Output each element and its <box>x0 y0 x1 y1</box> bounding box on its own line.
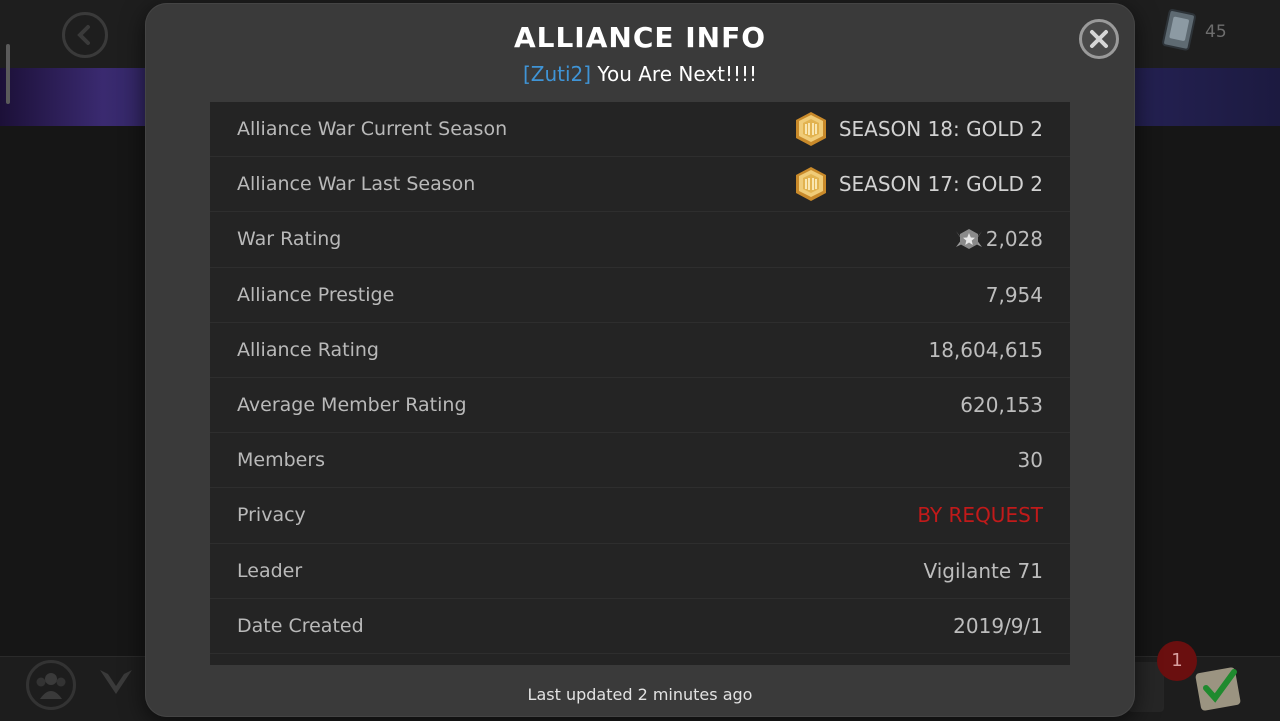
row-date-created: Date Created 2019/9/1 <box>210 599 1070 654</box>
row-leader: Leader Vigilante 71 <box>210 544 1070 599</box>
row-value: 2,028 <box>954 227 1043 251</box>
war-icon[interactable] <box>96 664 136 704</box>
alliance-prestige-value: 7,954 <box>985 282 1043 307</box>
card-icon[interactable] <box>1158 8 1202 52</box>
row-war-last-season: Alliance War Last Season SEASON 17: GOLD… <box>210 157 1070 213</box>
alliance-button[interactable] <box>26 660 76 710</box>
war-rating-value: 2,028 <box>985 227 1043 252</box>
alliance-info-table: Alliance War Current Season SEASON 18: G… <box>210 102 1070 665</box>
close-button[interactable] <box>1079 19 1119 59</box>
war-last-season-value: SEASON 17: GOLD 2 <box>838 172 1043 197</box>
row-alliance-prestige: Alliance Prestige 7,954 <box>210 268 1070 323</box>
alliance-info-modal: ALLIANCE INFO [Zuti2] You Are Next!!!! A… <box>145 3 1135 717</box>
row-war-rating: War Rating 2,028 <box>210 212 1070 268</box>
leader-value[interactable]: Vigilante 71 <box>924 559 1044 583</box>
modal-title: ALLIANCE INFO <box>513 21 767 54</box>
row-label: Alliance War Current Season <box>237 118 508 141</box>
row-label: Date Created <box>237 614 364 637</box>
row-label: Alliance Prestige <box>237 283 395 306</box>
row-average-member-rating: Average Member Rating 620,153 <box>210 378 1070 434</box>
notification-badge: 1 <box>1157 641 1197 681</box>
close-icon <box>1090 30 1108 48</box>
war-current-season-value: SEASON 18: GOLD 2 <box>838 117 1043 142</box>
row-value: SEASON 18: GOLD 2 <box>792 110 1043 148</box>
date-created-value: 2019/9/1 <box>953 613 1043 638</box>
row-label: Alliance Rating <box>237 338 379 361</box>
modal-subtitle: [Zuti2] You Are Next!!!! <box>145 62 1135 86</box>
row-privacy: Privacy BY REQUEST <box>210 488 1070 544</box>
privacy-value: BY REQUEST <box>917 503 1043 528</box>
row-members: Members 30 <box>210 433 1070 489</box>
row-war-current-season: Alliance War Current Season SEASON 18: G… <box>210 102 1070 158</box>
average-member-rating-value: 620,153 <box>960 393 1043 418</box>
checkmark-icon[interactable] <box>1192 660 1244 712</box>
members-value: 30 <box>1017 448 1043 473</box>
last-updated-text: Last updated 2 minutes ago <box>527 685 753 704</box>
row-label: Members <box>237 449 326 472</box>
back-button[interactable] <box>62 12 108 58</box>
gold-tier-icon <box>795 112 826 147</box>
row-alliance-rating: Alliance Rating 18,604,615 <box>210 323 1070 378</box>
gold-tier-icon <box>795 167 826 202</box>
row-label: War Rating <box>237 228 342 251</box>
row-label: Leader <box>237 559 303 582</box>
war-rating-icon <box>955 229 982 250</box>
row-label: Average Member Rating <box>237 394 467 417</box>
alliance-name: You Are Next!!!! <box>597 62 758 86</box>
alliance-icon <box>36 673 66 699</box>
alliance-rating-value: 18,604,615 <box>928 337 1043 362</box>
row-label: Alliance War Last Season <box>237 173 476 196</box>
background-scrollbar <box>6 44 10 104</box>
back-arrow-icon <box>77 25 90 45</box>
alliance-tag: [Zuti2] <box>522 62 592 86</box>
row-label: Privacy <box>237 504 306 527</box>
row-value: SEASON 17: GOLD 2 <box>792 165 1043 203</box>
card-count: 45 <box>1205 22 1227 42</box>
